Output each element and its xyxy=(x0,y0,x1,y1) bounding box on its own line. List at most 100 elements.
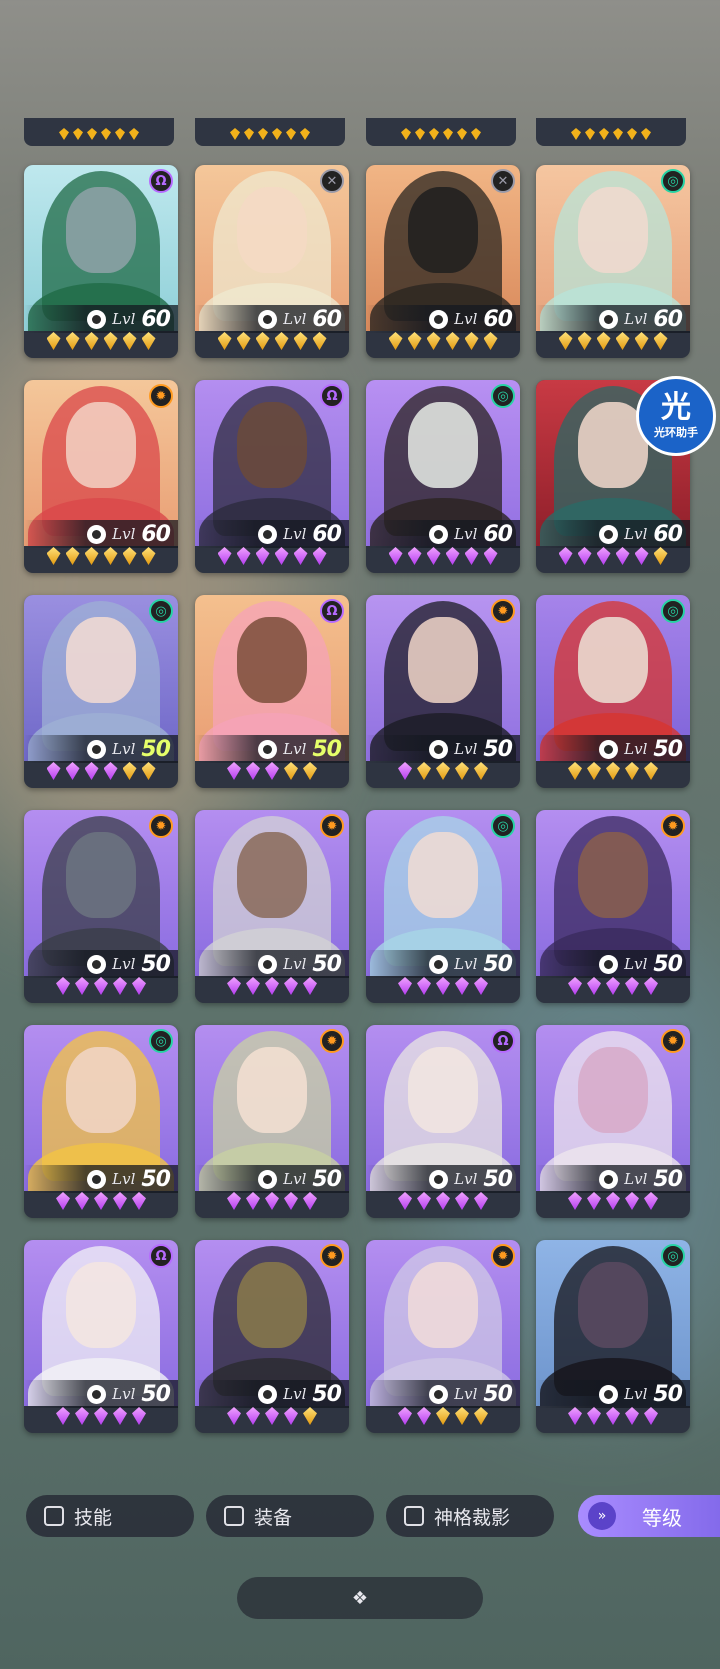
sort-by-level-button[interactable]: » 等级 xyxy=(578,1495,720,1537)
purple-gem-icon xyxy=(284,977,298,995)
level-bar: Lvl 50 xyxy=(24,1380,178,1408)
purple-gem-icon xyxy=(407,547,422,565)
purple-gem-icon xyxy=(568,1407,582,1425)
gold-gem-icon xyxy=(634,332,649,350)
overlay-assistant-badge[interactable]: 光 光环助手 xyxy=(636,376,716,456)
level-label: Lvl xyxy=(454,955,478,973)
star-gems xyxy=(536,977,690,997)
card-partial[interactable] xyxy=(195,118,345,146)
purple-gem-icon xyxy=(455,1192,469,1210)
aperture-icon xyxy=(429,739,449,759)
level-label: Lvl xyxy=(624,1170,648,1188)
hero-card[interactable]: ✹ Lvl 50 xyxy=(195,1025,349,1218)
hero-card[interactable]: Ω Lvl 60 xyxy=(195,380,349,573)
level-value: 50 xyxy=(141,736,171,762)
gold-gem-icon xyxy=(122,762,137,780)
filter-skill[interactable]: 技能 xyxy=(26,1495,194,1537)
hero-card[interactable]: Ω Lvl 50 xyxy=(24,1240,178,1433)
star-gems xyxy=(195,332,349,352)
purple-gem-icon xyxy=(94,977,108,995)
hero-card[interactable]: ◎ Lvl 50 xyxy=(366,810,520,1003)
purple-gem-icon xyxy=(56,1192,70,1210)
purple-gem-icon xyxy=(587,1192,601,1210)
faction-cross-icon: ✕ xyxy=(491,169,515,193)
hero-card[interactable]: Ω Lvl 50 xyxy=(366,1025,520,1218)
hero-card[interactable]: ◎ Lvl 50 xyxy=(536,595,690,788)
hero-card[interactable]: ✹ Lvl 50 xyxy=(195,1240,349,1433)
diamond-cluster-icon: ❖ xyxy=(351,1587,369,1609)
level-label: Lvl xyxy=(283,525,307,543)
hero-card[interactable]: ✹ Lvl 50 xyxy=(24,810,178,1003)
level-label: Lvl xyxy=(283,1385,307,1403)
purple-gem-icon xyxy=(398,1407,412,1425)
faction-swirl-icon: ◎ xyxy=(661,169,685,193)
filter-label: 神格裁影 xyxy=(434,1506,511,1529)
checkbox-icon[interactable] xyxy=(224,1506,244,1526)
level-bar: Lvl 60 xyxy=(195,520,349,548)
hero-card[interactable]: ✹ Lvl 50 xyxy=(366,1240,520,1433)
purple-gem-icon xyxy=(312,547,327,565)
purple-gem-icon xyxy=(568,1192,582,1210)
purple-gem-icon xyxy=(246,1192,260,1210)
purple-gem-icon xyxy=(94,1192,108,1210)
card-partial[interactable] xyxy=(536,118,686,146)
level-bar: Lvl 50 xyxy=(366,1380,520,1408)
hero-card[interactable]: Ω Lvl 50 xyxy=(195,595,349,788)
hero-card[interactable]: ◎ Lvl 50 xyxy=(24,1025,178,1218)
checkbox-icon[interactable] xyxy=(44,1506,64,1526)
gold-gem-icon xyxy=(303,762,317,780)
level-bar: Lvl 60 xyxy=(24,520,178,548)
card-partial[interactable] xyxy=(24,118,174,146)
filter-divine-shadow[interactable]: 神格裁影 xyxy=(386,1495,554,1537)
level-label: Lvl xyxy=(283,740,307,758)
level-value: 60 xyxy=(312,521,342,547)
double-chevron-down-icon: » xyxy=(588,1502,616,1530)
purple-gem-icon xyxy=(265,977,279,995)
star-gems xyxy=(366,977,520,997)
star-gems xyxy=(24,762,178,782)
level-bar: Lvl 60 xyxy=(366,305,520,333)
level-value: 50 xyxy=(312,1166,342,1192)
hero-card[interactable]: ◎ Lvl 60 xyxy=(366,380,520,573)
gold-gem-icon xyxy=(474,762,488,780)
level-label: Lvl xyxy=(454,740,478,758)
gold-gem-icon xyxy=(445,332,460,350)
hero-card[interactable]: ✕ Lvl 60 xyxy=(366,165,520,358)
hero-card[interactable]: ◎ Lvl 50 xyxy=(24,595,178,788)
hero-card[interactable]: Ω Lvl 60 xyxy=(24,165,178,358)
level-label: Lvl xyxy=(112,310,136,328)
level-value: 50 xyxy=(653,736,683,762)
star-gems xyxy=(536,547,690,567)
purple-gem-icon xyxy=(293,547,308,565)
level-value: 50 xyxy=(312,1381,342,1407)
purple-gem-icon xyxy=(265,762,279,780)
hero-card[interactable]: ✹ Lvl 60 xyxy=(24,380,178,573)
star-gems xyxy=(195,977,349,997)
hero-card[interactable]: ✕ Lvl 60 xyxy=(195,165,349,358)
collapse-handle[interactable]: ❖ xyxy=(237,1577,483,1619)
purple-gem-icon xyxy=(265,1192,279,1210)
level-bar: Lvl 60 xyxy=(536,305,690,333)
filter-equipment[interactable]: 装备 xyxy=(206,1495,374,1537)
star-gems xyxy=(195,1407,349,1427)
gold-gem-icon xyxy=(615,332,630,350)
level-bar: Lvl 50 xyxy=(195,1165,349,1193)
star-gems xyxy=(24,1407,178,1427)
card-partial[interactable] xyxy=(366,118,516,146)
previous-row-partial xyxy=(0,118,720,148)
gold-gem-icon xyxy=(455,1407,469,1425)
faction-swirl-icon: ◎ xyxy=(491,384,515,408)
gold-gem-icon xyxy=(653,547,668,565)
level-label: Lvl xyxy=(454,1385,478,1403)
checkbox-icon[interactable] xyxy=(404,1506,424,1526)
faction-sun-icon: ✹ xyxy=(320,1029,344,1053)
hero-card[interactable]: ◎ Lvl 60 xyxy=(536,165,690,358)
purple-gem-icon xyxy=(113,977,127,995)
hero-card[interactable]: ✹ Lvl 50 xyxy=(536,810,690,1003)
hero-card[interactable]: ✹ Lvl 50 xyxy=(366,595,520,788)
gold-gem-icon xyxy=(483,332,498,350)
hero-card[interactable]: ✹ Lvl 50 xyxy=(536,1025,690,1218)
level-label: Lvl xyxy=(624,955,648,973)
hero-card[interactable]: ◎ Lvl 50 xyxy=(536,1240,690,1433)
hero-card[interactable]: ✹ Lvl 50 xyxy=(195,810,349,1003)
